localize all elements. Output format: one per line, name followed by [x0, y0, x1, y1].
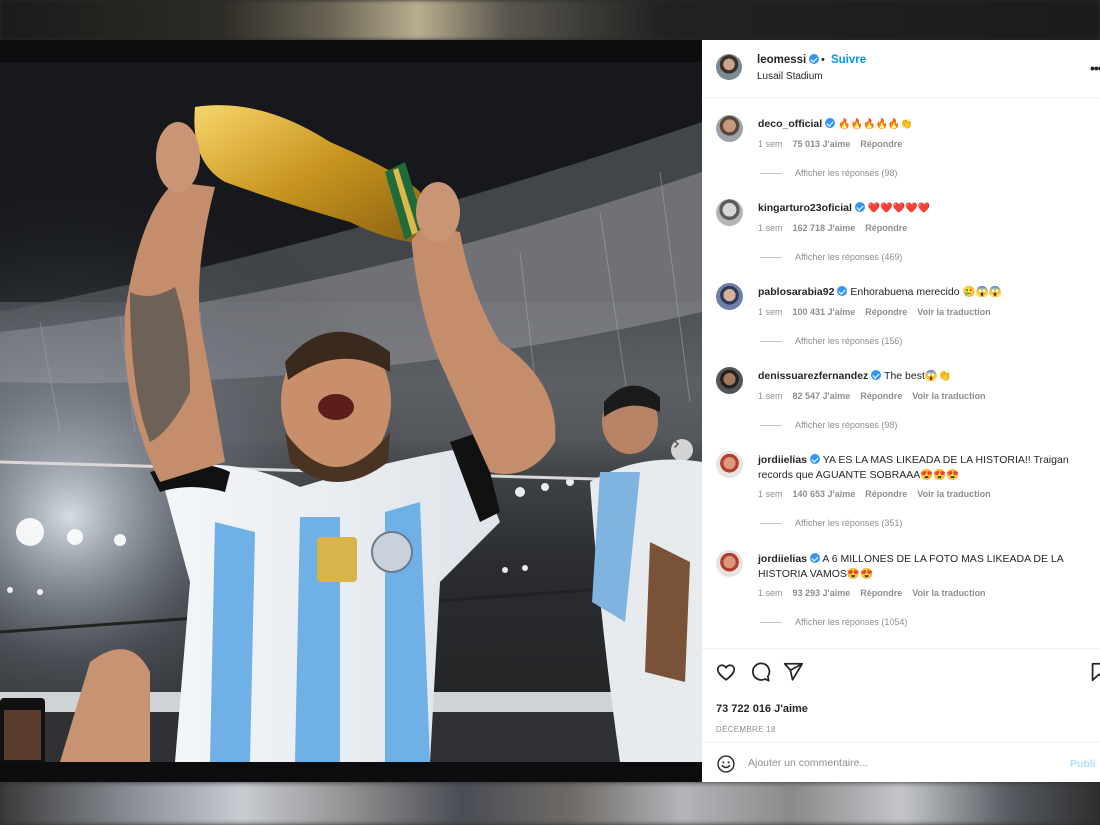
- verified-icon: [809, 54, 820, 64]
- reply-button[interactable]: Répondre: [860, 139, 902, 149]
- comment-username[interactable]: deco_official: [758, 118, 822, 130]
- post-location[interactable]: Lusail Stadium: [757, 71, 823, 82]
- comment-time[interactable]: 1 sem: [758, 307, 783, 317]
- post-date: DÉCEMBRE 18: [716, 725, 776, 734]
- add-comment-bar: Publi: [702, 742, 1100, 782]
- view-replies-button[interactable]: Afficher les réponses (1054): [760, 617, 907, 627]
- comment-item: deco_official 🔥🔥🔥🔥🔥👏 1 sem 75 013 J'aime…: [702, 115, 1100, 199]
- post-actions: 73 722 016 J'aime DÉCEMBRE 18: [702, 648, 1100, 742]
- view-replies-button[interactable]: Afficher les réponses (98): [760, 420, 897, 430]
- comment-item: kingarturo23oficial ❤️❤️❤️❤️❤️ 1 sem 162…: [702, 199, 1100, 283]
- translate-button[interactable]: Voir la traduction: [912, 588, 985, 598]
- comment-username[interactable]: jordiielias: [758, 454, 807, 466]
- post-photo[interactable]: [0, 40, 702, 782]
- bookmark-icon[interactable]: [1088, 661, 1100, 683]
- comment-meta: 1 sem 100 431 J'aime Répondre Voir la tr…: [758, 307, 991, 317]
- view-replies-button[interactable]: Afficher les réponses (98): [760, 168, 897, 178]
- avatar[interactable]: [716, 54, 742, 80]
- verified-icon: [825, 118, 836, 128]
- comment-item: pablosarabia92 Enhorabuena merecido 🥲😱😱 …: [702, 283, 1100, 367]
- comment-meta: 1 sem 82 547 J'aime Répondre Voir la tra…: [758, 391, 986, 401]
- reply-button[interactable]: Répondre: [865, 307, 907, 317]
- background-top-blur: [0, 0, 1100, 40]
- comment-item: jordiielias YA ES LA MAS LIKEADA DE LA H…: [702, 451, 1100, 550]
- verified-icon: [810, 454, 821, 464]
- comment-likes[interactable]: 100 431 J'aime: [793, 307, 856, 317]
- reply-button[interactable]: Répondre: [865, 223, 907, 233]
- heart-icon[interactable]: [715, 661, 737, 683]
- reply-button[interactable]: Répondre: [860, 391, 902, 401]
- comment-time[interactable]: 1 sem: [758, 588, 783, 598]
- comment-time[interactable]: 1 sem: [758, 489, 783, 499]
- comment-username[interactable]: pablosarabia92: [758, 286, 834, 298]
- reply-button[interactable]: Répondre: [860, 588, 902, 598]
- comment-text: denissuarezfernandez The best😱👏: [758, 369, 1088, 384]
- comment-body: The best😱👏: [884, 370, 952, 382]
- comment-text: kingarturo23oficial ❤️❤️❤️❤️❤️: [758, 201, 1088, 217]
- reply-button[interactable]: Répondre: [865, 489, 907, 499]
- avatar[interactable]: [716, 283, 743, 310]
- emoji-icon[interactable]: [716, 754, 736, 774]
- translate-button[interactable]: Voir la traduction: [912, 391, 985, 401]
- comment-likes[interactable]: 140 653 J'aime: [793, 489, 856, 499]
- comment-meta: 1 sem 75 013 J'aime Répondre: [758, 139, 902, 149]
- view-replies-button[interactable]: Afficher les réponses (351): [760, 518, 902, 528]
- comment-likes[interactable]: 93 293 J'aime: [793, 588, 851, 598]
- comment-time[interactable]: 1 sem: [758, 139, 783, 149]
- avatar[interactable]: [716, 115, 743, 142]
- comment-likes[interactable]: 82 547 J'aime: [793, 391, 851, 401]
- comment-input[interactable]: [748, 753, 1048, 773]
- comment-meta: 1 sem 140 653 J'aime Répondre Voir la tr…: [758, 489, 991, 499]
- translate-button[interactable]: Voir la traduction: [917, 307, 990, 317]
- comment-body: ❤️❤️❤️❤️❤️: [867, 203, 931, 214]
- chevron-right-icon: [673, 439, 680, 449]
- comment-meta: 1 sem 162 718 J'aime Répondre: [758, 223, 907, 233]
- comment-text: jordiielias YA ES LA MAS LIKEADA DE LA H…: [758, 453, 1088, 482]
- verified-icon: [871, 370, 882, 380]
- comment-icon[interactable]: [749, 661, 771, 683]
- comment-username[interactable]: denissuarezfernandez: [758, 370, 868, 382]
- verified-icon: [837, 286, 848, 296]
- comment-likes[interactable]: 162 718 J'aime: [793, 223, 856, 233]
- background-bottom-blur: [0, 782, 1100, 825]
- avatar[interactable]: [716, 199, 743, 226]
- share-icon[interactable]: [782, 661, 804, 683]
- comment-text: jordiielias A 6 MILLONES DE LA FOTO MAS …: [758, 552, 1088, 581]
- verified-icon: [810, 553, 821, 563]
- comment-body: 🔥🔥🔥🔥🔥👏: [838, 119, 913, 130]
- follow-button[interactable]: Suivre: [831, 54, 866, 66]
- publish-button[interactable]: Publi: [1070, 758, 1096, 770]
- translate-button[interactable]: Voir la traduction: [917, 489, 990, 499]
- separator-dot: •: [821, 54, 825, 66]
- comment-meta: 1 sem 93 293 J'aime Répondre Voir la tra…: [758, 588, 986, 598]
- comment-text: deco_official 🔥🔥🔥🔥🔥👏: [758, 117, 1088, 133]
- avatar[interactable]: [716, 451, 743, 478]
- more-horizontal-icon[interactable]: •••: [1090, 60, 1100, 76]
- comment-text: pablosarabia92 Enhorabuena merecido 🥲😱😱: [758, 285, 1088, 300]
- avatar[interactable]: [716, 367, 743, 394]
- photo-image: [0, 62, 702, 762]
- photo-illustration: [0, 62, 702, 762]
- post-panel: leomessi • Suivre Lusail Stadium ••• dec…: [702, 40, 1100, 782]
- comment-body: Enhorabuena merecido 🥲😱😱: [850, 286, 1002, 298]
- avatar[interactable]: [716, 550, 743, 577]
- post-header: leomessi • Suivre Lusail Stadium •••: [702, 40, 1100, 98]
- comment-item: jordiielias A 6 MILLONES DE LA FOTO MAS …: [702, 550, 1100, 649]
- verified-icon: [854, 202, 865, 212]
- comment-item: denissuarezfernandez The best😱👏 1 sem 82…: [702, 367, 1100, 451]
- comment-username[interactable]: jordiielias: [758, 553, 807, 565]
- post-username[interactable]: leomessi: [757, 54, 820, 66]
- next-photo-button[interactable]: [671, 439, 693, 461]
- comment-username[interactable]: kingarturo23oficial: [758, 202, 852, 214]
- view-replies-button[interactable]: Afficher les réponses (469): [760, 252, 902, 262]
- comment-time[interactable]: 1 sem: [758, 391, 783, 401]
- comment-time[interactable]: 1 sem: [758, 223, 783, 233]
- comment-likes[interactable]: 75 013 J'aime: [793, 139, 851, 149]
- like-count[interactable]: 73 722 016 J'aime: [716, 703, 808, 715]
- view-replies-button[interactable]: Afficher les réponses (156): [760, 336, 902, 346]
